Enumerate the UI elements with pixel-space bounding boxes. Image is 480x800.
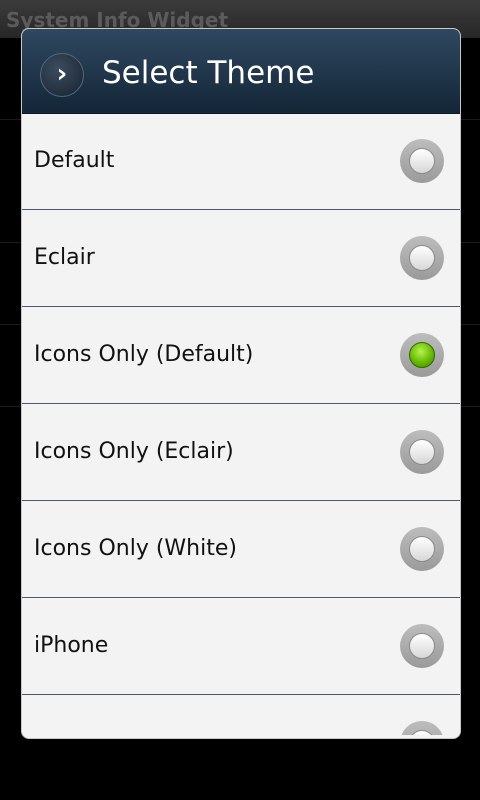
theme-option-eclair[interactable]: Eclair [22, 210, 460, 307]
select-theme-dialog: › Select Theme Default Eclair Icons Only… [21, 28, 461, 739]
option-label: Icons Only (Default) [34, 342, 254, 367]
radio-button[interactable] [400, 624, 444, 668]
theme-option-iphone[interactable]: iPhone [22, 598, 460, 695]
radio-button-selected[interactable] [400, 333, 444, 377]
radio-button[interactable] [400, 139, 444, 183]
radio-indicator [409, 439, 435, 465]
option-label: Default [34, 148, 115, 173]
radio-indicator [409, 633, 435, 659]
theme-option-icons-only-default[interactable]: Icons Only (Default) [22, 307, 460, 404]
radio-button[interactable] [400, 236, 444, 280]
chevron-right-icon: › [40, 53, 84, 97]
theme-option-icons-only-eclair[interactable]: Icons Only (Eclair) [22, 404, 460, 501]
option-label: Icons Only (Eclair) [34, 439, 234, 464]
theme-option-icons-only-white[interactable]: Icons Only (White) [22, 501, 460, 598]
radio-indicator [409, 536, 435, 562]
theme-option-default[interactable]: Default [22, 113, 460, 210]
radio-indicator [409, 342, 435, 368]
radio-indicator [409, 730, 435, 735]
dialog-header: › Select Theme [22, 29, 460, 114]
option-label: iPhone [34, 633, 109, 658]
radio-button[interactable] [400, 527, 444, 571]
theme-options-list[interactable]: Default Eclair Icons Only (Default) Icon… [22, 113, 460, 735]
radio-button[interactable] [400, 430, 444, 474]
option-label: Eclair [34, 245, 95, 270]
option-label: Icons Only (White) [34, 536, 237, 561]
radio-button[interactable] [400, 721, 444, 735]
theme-option-partial[interactable] [22, 695, 460, 735]
dialog-title: Select Theme [102, 55, 315, 91]
radio-indicator [409, 245, 435, 271]
radio-indicator [409, 148, 435, 174]
